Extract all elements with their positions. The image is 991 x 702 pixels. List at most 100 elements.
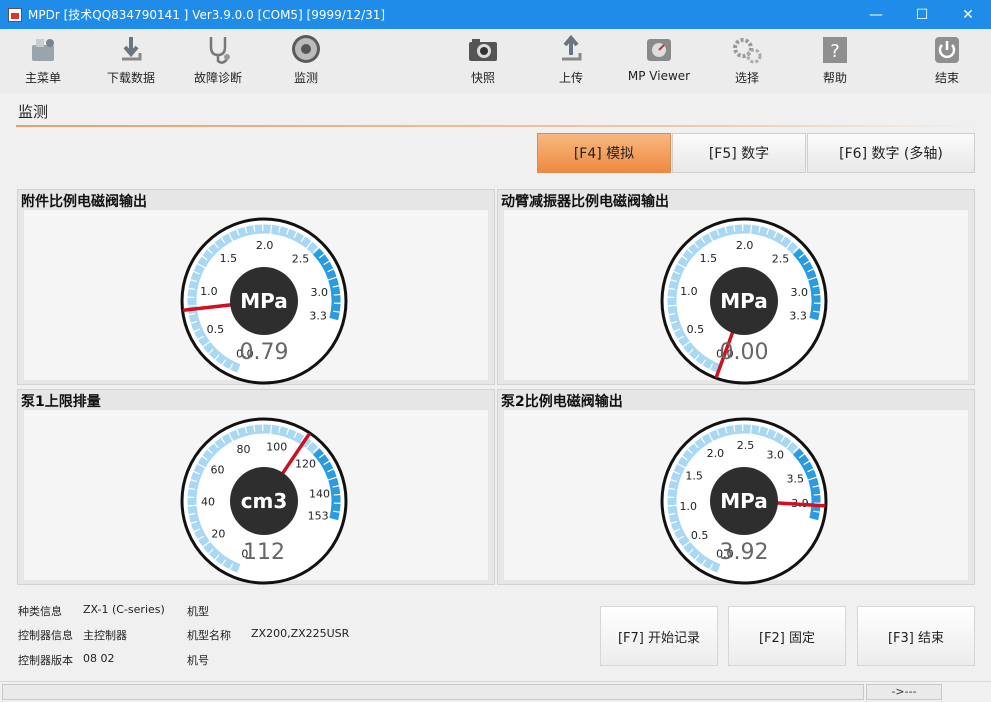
gauge-tick-label: 40 — [201, 496, 215, 509]
toolbar-select[interactable]: 选择 — [712, 33, 782, 89]
gauge-tick-label: 3.0 — [766, 449, 784, 462]
gauge-tick-label: 3.5 — [786, 472, 804, 485]
toolbar-label: 结束 — [934, 71, 959, 85]
controller-info-label: 控制器信息 — [18, 629, 73, 642]
fix-button[interactable]: [F2] 固定 — [728, 606, 846, 666]
gauge-tick-label: 1.5 — [685, 470, 703, 483]
window-title: MPDr [技术QQ834790141 ] Ver3.9.0.0 [COM5] … — [28, 8, 386, 22]
gauge-tick-label: 20 — [211, 527, 225, 540]
gauge-tick-label: 100 — [266, 440, 287, 453]
toolbar-label: 选择 — [734, 71, 759, 85]
gauge-unit: MPa — [720, 289, 768, 313]
gauge-panel: 附件比例电磁阀输出 0.0 0.5 1.0 1.5 2.0 2.5 3.0 3.3 MPa 0.7… — [17, 189, 495, 385]
toolbar-label: 上传 — [558, 71, 583, 85]
controller-version-label: 控制器版本 — [18, 654, 73, 667]
gauge-title: 附件比例电磁阀输出 — [21, 194, 147, 210]
gauge-tick-label: 60 — [211, 464, 225, 477]
download-icon — [122, 37, 142, 61]
model-name-value: ZX200,ZX225USR — [251, 627, 350, 640]
view-tabs: [F4] 模拟 [F5] 数字 [F6] 数字 (多轴) — [537, 133, 976, 173]
controller-version-value: 08 02 — [83, 652, 115, 665]
stethoscope-icon — [209, 37, 230, 64]
status-bar: ->--- — [0, 681, 991, 702]
gauge-tick-label: 2.5 — [292, 253, 310, 266]
app-icon — [8, 7, 22, 22]
type-info-value: ZX-1 (C-series) — [83, 603, 165, 616]
help-icon: ? — [823, 37, 847, 63]
gauge-tick-label: 2.0 — [707, 447, 725, 460]
main-menu-icon — [32, 39, 54, 61]
monitor-dial-icon — [292, 35, 320, 63]
model-name-label: 机型名称 — [187, 629, 231, 642]
model-label: 机型 — [187, 605, 209, 618]
maximize-button[interactable]: ☐ — [899, 0, 945, 29]
gauge-tick-label: 2.5 — [737, 439, 755, 452]
toolbar-label: 故障诊断 — [193, 71, 242, 85]
machine-number-label: 机号 — [187, 654, 209, 667]
toolbar-label: 下载数据 — [106, 71, 155, 85]
gauge-unit: cm3 — [241, 489, 288, 513]
gauge-tick-label: 0.5 — [691, 529, 709, 542]
toolbar-main-menu[interactable]: 主菜单 — [8, 33, 78, 89]
gauge-tick-label: 2.0 — [736, 239, 754, 252]
gauge-title: 泵1上限排量 — [21, 394, 101, 410]
gauge-panel: 泵2比例电磁阀输出 0.00.51.01.52.02.53.03.53.9MPa… — [497, 389, 975, 585]
gauge-tick-label: 140 — [309, 488, 330, 501]
gauge: 0.00.51.01.52.02.53.03.3MPa0.00 — [660, 217, 828, 385]
mp-viewer-icon — [647, 39, 671, 61]
toolbar-snapshot[interactable]: 快照 — [448, 33, 518, 89]
type-info-label: 种类信息 — [18, 605, 62, 618]
gauge-tick — [333, 493, 341, 496]
gauge-tick-label: 3.3 — [309, 309, 327, 322]
svg-text:?: ? — [830, 41, 840, 62]
toolbar-label: 快照 — [470, 71, 495, 85]
gauge: 020406080 100120140153cm3112 — [180, 417, 348, 585]
gauge-tick — [667, 304, 679, 307]
gauge: 0.00.51.01.52.02.53.03.53.9MPa3.92 — [660, 417, 828, 585]
gears-icon — [733, 38, 762, 64]
gauge-tick — [813, 293, 821, 296]
gauge-title: 泵2比例电磁阀输出 — [501, 394, 623, 410]
toolbar-monitor[interactable]: 监测 — [271, 33, 341, 89]
gauge-value: 112 — [243, 540, 285, 565]
gauge-tick-label: 3.0 — [791, 286, 809, 299]
gauge-tick-label: 120 — [295, 457, 316, 470]
toolbar-label: 主菜单 — [24, 71, 61, 85]
gauge-tick-label: 1.0 — [200, 285, 218, 298]
gauge-tick-label: 80 — [237, 443, 251, 456]
gauge: 0.00.51.01.52.02.53.03.3MPa0.79 — [180, 217, 348, 385]
toolbar-diagnosis[interactable]: 故障诊断 — [183, 33, 253, 89]
toolbar-upload[interactable]: 上传 — [536, 33, 606, 89]
close-button[interactable]: ✕ — [945, 0, 991, 29]
start-record-button[interactable]: [F7] 开始记录 — [600, 606, 718, 666]
gauge-tick — [813, 493, 821, 496]
toolbar-label: 监测 — [293, 71, 318, 85]
toolbar-help[interactable]: ? 帮助 — [800, 33, 870, 89]
power-icon — [935, 37, 959, 63]
gauge-unit: MPa — [240, 289, 288, 313]
gauge-tick-label: 1.0 — [680, 285, 698, 298]
minimize-button[interactable]: — — [853, 0, 899, 29]
toolbar-download[interactable]: 下载数据 — [96, 33, 166, 89]
gauge-tick — [187, 304, 199, 307]
toolbar-exit[interactable]: 结束 — [912, 33, 982, 89]
gauge-tick — [333, 293, 341, 296]
section-divider — [16, 125, 975, 127]
gauge-tick-label: 3.3 — [789, 309, 807, 322]
gauge-value: 3.92 — [720, 540, 769, 565]
gauge-tick-label: 2.5 — [772, 253, 790, 266]
gauge-unit: MPa — [720, 489, 768, 513]
gauge-tick-label: 1.5 — [220, 252, 238, 265]
gauge-value: 0.79 — [240, 340, 289, 365]
gauge-tick-label: 0.5 — [687, 323, 705, 336]
toolbar: 主菜单 下载数据 故障诊断 监测 快照 上传 MP Viewer 选择 ? 帮助… — [0, 29, 991, 93]
tab-digital-multi-axis[interactable]: [F6] 数字 (多轴) — [807, 133, 975, 173]
progress-field — [2, 684, 864, 700]
tab-digital[interactable]: [F5] 数字 — [672, 133, 806, 173]
tab-analog[interactable]: [F4] 模拟 — [537, 133, 671, 173]
gauge-tick-label: 1.5 — [700, 252, 718, 265]
toolbar-label: 帮助 — [822, 71, 847, 85]
toolbar-mp-viewer[interactable]: MP Viewer — [624, 33, 694, 89]
gauge-panel: 动臂减振器比例电磁阀输出 0.00.51.01.52.02.53.03.3MPa… — [497, 189, 975, 385]
end-button[interactable]: [F3] 结束 — [857, 606, 975, 666]
